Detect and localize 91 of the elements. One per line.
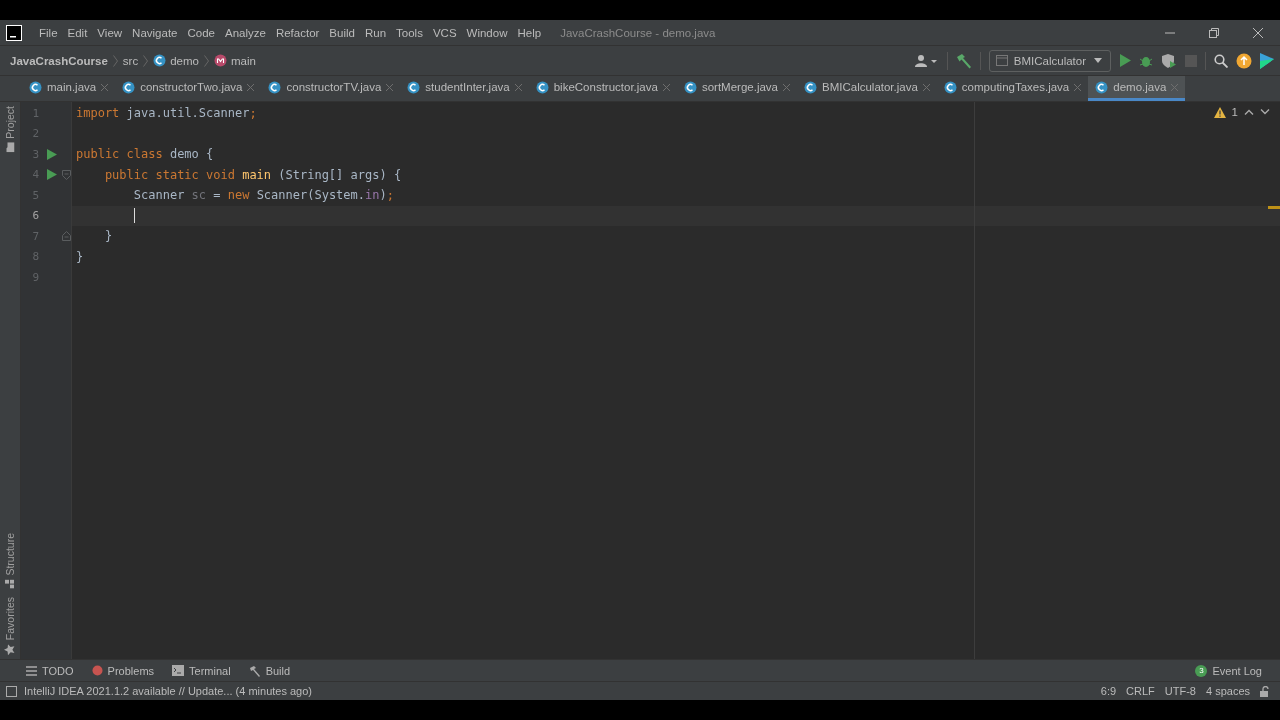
class-icon bbox=[535, 80, 549, 94]
ide-logo-icon[interactable] bbox=[1260, 52, 1274, 69]
menu-item[interactable]: Navigate bbox=[127, 26, 183, 39]
terminal-icon bbox=[172, 665, 185, 676]
restore-icon[interactable] bbox=[1209, 27, 1219, 38]
warning-marker[interactable] bbox=[1268, 206, 1280, 209]
editor-tab[interactable]: studentInter.java bbox=[400, 76, 529, 101]
hammer-icon bbox=[248, 664, 261, 677]
menu-item[interactable]: Window bbox=[461, 26, 513, 39]
menu-item[interactable]: Tools bbox=[391, 26, 428, 39]
editor-tab[interactable]: BMICalculator.java bbox=[797, 76, 937, 101]
run-configuration-dropdown[interactable]: BMICalculator bbox=[988, 49, 1111, 72]
search-icon[interactable] bbox=[1214, 53, 1228, 68]
class-icon bbox=[268, 80, 282, 94]
tool-window-button[interactable]: Terminal bbox=[172, 664, 231, 677]
editor-tab[interactable]: constructorTV.java bbox=[261, 76, 401, 101]
update-icon[interactable] bbox=[1236, 52, 1252, 69]
coverage-icon[interactable] bbox=[1161, 53, 1177, 68]
breadcrumb[interactable]: demo bbox=[153, 54, 199, 67]
class-icon bbox=[29, 80, 42, 94]
chevron-icon bbox=[143, 54, 149, 67]
code-line: public class demo { bbox=[76, 147, 214, 162]
hammer-icon[interactable] bbox=[955, 52, 972, 69]
event-log-button[interactable]: 3 Event Log bbox=[1195, 664, 1262, 677]
tool-window-button[interactable]: TODO bbox=[26, 664, 74, 677]
class-icon bbox=[153, 54, 167, 67]
status-item[interactable]: CRLF bbox=[1126, 685, 1155, 697]
code-line: Scanner sc = new Scanner(System.in); bbox=[132, 188, 394, 203]
tool-window-button[interactable]: Project bbox=[4, 102, 16, 156]
class-icon bbox=[804, 80, 817, 94]
error-icon bbox=[91, 665, 103, 676]
structure-icon bbox=[5, 579, 15, 589]
editor-tab[interactable]: sortMerge.java bbox=[676, 76, 797, 101]
menu-item[interactable]: Build bbox=[324, 26, 360, 39]
line-number: 6 bbox=[31, 209, 39, 223]
fold-icon[interactable] bbox=[62, 169, 71, 180]
breadcrumb[interactable]: main bbox=[213, 54, 256, 67]
code-line: public static void main (String[] args) { bbox=[103, 167, 402, 182]
chevron-icon bbox=[203, 54, 209, 67]
class-icon bbox=[943, 80, 957, 94]
star-icon bbox=[4, 644, 16, 655]
warning-count[interactable]: 1 bbox=[1231, 106, 1238, 118]
code-line: import java.util.Scanner; bbox=[76, 106, 257, 121]
method-icon bbox=[213, 54, 227, 67]
tool-window-button[interactable]: Build bbox=[248, 664, 291, 677]
lock-icon[interactable] bbox=[1260, 685, 1270, 697]
window-icon bbox=[995, 55, 1008, 66]
tool-window-button[interactable]: Structure bbox=[4, 529, 16, 593]
breadcrumb[interactable]: JavaCrashCourse bbox=[10, 54, 108, 67]
close-icon[interactable] bbox=[1253, 27, 1263, 38]
menu-item[interactable]: View bbox=[92, 26, 128, 39]
fold-icon[interactable] bbox=[62, 231, 71, 242]
menu-item[interactable]: File bbox=[34, 26, 63, 39]
code-line: } bbox=[103, 229, 113, 244]
window-title: JavaCrashCourse - demo.java bbox=[560, 26, 716, 39]
code-line: } bbox=[76, 249, 84, 264]
menu-item[interactable]: Refactor bbox=[270, 26, 325, 39]
menu-item[interactable]: Help bbox=[512, 26, 547, 39]
editor-tab[interactable]: main.java bbox=[22, 76, 116, 101]
folder-icon bbox=[5, 142, 15, 153]
editor-tab[interactable]: constructorTwo.java bbox=[115, 76, 262, 101]
menu-item[interactable]: Analyze bbox=[219, 26, 271, 39]
menu-item[interactable]: Run bbox=[359, 26, 392, 39]
editor-tab[interactable]: bikeConstructor.java bbox=[528, 76, 677, 101]
class-icon bbox=[1095, 80, 1109, 94]
editor-tab[interactable]: demo.java bbox=[1088, 76, 1186, 101]
tool-window-button[interactable]: Problems bbox=[91, 664, 155, 677]
app-logo-icon bbox=[6, 24, 22, 41]
list-icon bbox=[26, 665, 37, 676]
tool-window-button[interactable]: Favorites bbox=[4, 592, 16, 659]
text-cursor bbox=[133, 208, 135, 224]
chevron-icon bbox=[112, 54, 118, 67]
status-item[interactable]: UTF-8 bbox=[1164, 685, 1196, 697]
status-message[interactable]: IntelliJ IDEA 2021.1.2 available // Update... (4 minutes ago) bbox=[24, 685, 312, 697]
editor-tab[interactable]: computingTaxes.java bbox=[936, 76, 1089, 101]
caret-icon bbox=[1092, 57, 1104, 64]
class-icon bbox=[122, 80, 136, 94]
class-icon bbox=[683, 80, 697, 94]
menu-item[interactable]: VCS bbox=[427, 26, 462, 39]
status-item[interactable]: 4 spaces bbox=[1205, 685, 1250, 697]
class-icon bbox=[407, 80, 421, 94]
window-icon[interactable] bbox=[6, 685, 18, 697]
status-item[interactable]: 6:9 bbox=[1100, 685, 1117, 697]
run-icon[interactable] bbox=[47, 148, 57, 160]
warning-icon[interactable] bbox=[1213, 106, 1226, 118]
run-icon[interactable] bbox=[47, 169, 57, 181]
breadcrumb[interactable]: src bbox=[122, 54, 139, 67]
menu-item[interactable]: Code bbox=[182, 26, 220, 39]
run-icon[interactable] bbox=[1119, 54, 1131, 67]
menu-item[interactable]: Edit bbox=[62, 26, 93, 39]
user-icon[interactable] bbox=[914, 53, 939, 68]
